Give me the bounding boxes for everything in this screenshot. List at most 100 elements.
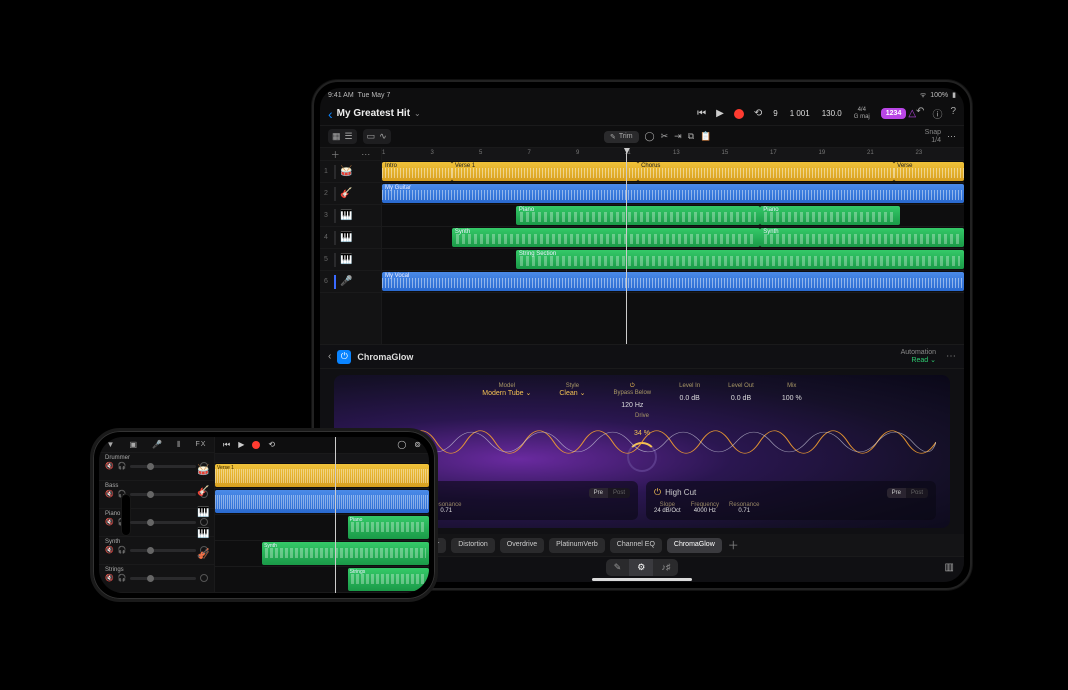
trim-tool[interactable]: ✎ Trim — [604, 131, 639, 143]
keyboard-button[interactable]: ▥ — [945, 562, 954, 573]
copy-tool-icon[interactable]: ⧉ — [688, 131, 694, 142]
iphone-mixer-icon[interactable]: ⫴ — [177, 440, 180, 450]
iphone-cycle-button[interactable]: ⟲ — [268, 440, 275, 449]
cycle-button[interactable]: ⟲ — [754, 108, 762, 119]
view-automation-button[interactable]: ∿ — [379, 131, 387, 142]
volume-slider[interactable] — [130, 577, 196, 580]
param-level-in[interactable]: Level In0.0 dB — [679, 383, 700, 409]
mute-icon[interactable]: 🔇 — [105, 546, 114, 554]
low-cut-pre[interactable]: Pre — [589, 488, 608, 498]
plugin-back-button[interactable]: ‹ — [328, 351, 331, 362]
fx-chip[interactable]: Distortion — [451, 538, 495, 553]
iphone-track-icon-synth[interactable]: 🎹 — [197, 528, 209, 539]
high-cut-post[interactable]: Post — [906, 488, 928, 498]
info-button[interactable]: ⓘ — [932, 106, 942, 121]
region[interactable]: Verse — [894, 162, 964, 181]
iphone-settings-icon[interactable]: ⊚ — [414, 440, 421, 449]
count-in-button[interactable]: 1234 — [881, 108, 907, 119]
loop-tool-icon[interactable]: ◯ — [645, 131, 655, 142]
high-cut-res[interactable]: Resonance0.71 — [729, 502, 759, 514]
join-tool-icon[interactable]: ⇥ — [674, 131, 682, 142]
track-lane[interactable]: IntroVerse 1ChorusVerse — [382, 161, 964, 183]
track-lane[interactable]: SynthSynth — [382, 227, 964, 249]
iphone-menu-icon[interactable]: ▼ — [107, 440, 115, 449]
mute-icon[interactable]: 🔇 — [105, 574, 114, 582]
play-button[interactable]: ▶ — [716, 108, 724, 119]
track-options-button[interactable]: ⋯ — [361, 149, 370, 160]
mute-icon[interactable]: 🔇 — [105, 490, 114, 498]
region[interactable]: My Vocal — [382, 272, 964, 291]
param-level-out[interactable]: Level Out0.0 dB — [728, 383, 754, 409]
iphone-mic-icon[interactable]: 🎤 — [152, 440, 162, 449]
high-cut-pre[interactable]: Pre — [887, 488, 906, 498]
back-button[interactable]: ‹ — [328, 106, 333, 122]
edit-view-gear[interactable]: ⚙ — [629, 559, 653, 576]
project-title[interactable]: My Greatest Hit — [337, 108, 410, 119]
track-header[interactable]: 5🎹 — [320, 249, 381, 271]
iphone-record-button[interactable] — [252, 441, 260, 449]
record-button[interactable] — [734, 109, 744, 119]
param-style[interactable]: StyleClean ⌄ — [559, 383, 585, 409]
volume-slider[interactable] — [130, 549, 196, 552]
mute-icon[interactable]: 🔇 — [105, 462, 114, 470]
help-button[interactable]: ? — [950, 106, 956, 121]
iphone-play-button[interactable]: ▶ — [238, 440, 244, 449]
track-lane[interactable]: My Guitar — [382, 183, 964, 205]
iphone-playhead[interactable] — [335, 437, 336, 593]
plugin-more-icon[interactable]: ⋯ — [946, 351, 956, 362]
edit-view-mixer[interactable]: ♪♯ — [653, 559, 678, 576]
fx-chip[interactable]: PlatinumVerb — [549, 538, 605, 553]
low-cut-post[interactable]: Post — [608, 488, 630, 498]
region[interactable]: String Section — [516, 250, 964, 269]
region[interactable]: Piano — [516, 206, 760, 225]
automation-mode[interactable]: Automation Read ⌄ — [901, 349, 936, 365]
playhead[interactable] — [626, 148, 627, 344]
iphone-track-icon-piano[interactable]: 🎹 — [197, 507, 209, 518]
region[interactable]: Piano — [760, 206, 900, 225]
iphone-rewind-button[interactable]: ⏮ — [223, 440, 230, 450]
edit-view-pencil[interactable]: ✎ — [606, 559, 630, 576]
track-lane[interactable]: PianoPiano — [382, 205, 964, 227]
high-cut-freq[interactable]: Frequency4000 Hz — [691, 502, 719, 514]
region[interactable]: My Guitar — [382, 184, 964, 203]
track-header[interactable]: 4🎹 — [320, 227, 381, 249]
region[interactable]: Chorus — [638, 162, 894, 181]
snap-value[interactable]: 1/4 — [931, 137, 941, 144]
region[interactable]: Synth — [760, 228, 964, 247]
title-chevron-icon[interactable]: ⌄ — [414, 109, 421, 118]
plugin-power-button[interactable]: ⏻ — [337, 350, 351, 364]
fx-chip[interactable]: Channel EQ — [610, 538, 662, 553]
mute-icon[interactable]: 🔇 — [105, 518, 114, 526]
timeline-ruler[interactable]: 135791113151719212325 — [382, 148, 964, 161]
fx-add-after-button[interactable]: ＋ — [728, 537, 739, 553]
view-grid-button[interactable]: ▦ — [332, 131, 341, 142]
lcd-display[interactable]: 9 1 001 130.0 4/4G maj — [770, 107, 873, 121]
view-list-button[interactable]: ☰ — [345, 131, 353, 142]
toolrow-more-icon[interactable]: ⋯ — [947, 131, 956, 142]
fx-chip[interactable]: ChromaGlow — [667, 538, 722, 553]
add-track-button[interactable]: ＋ — [331, 148, 340, 161]
headphones-icon[interactable]: 🎧 — [118, 546, 127, 554]
track-header[interactable]: 2🎸 — [320, 183, 381, 205]
region[interactable]: Verse 1 — [452, 162, 638, 181]
view-clip-button[interactable]: ▭ — [367, 131, 376, 142]
track-header[interactable]: 6🎤 — [320, 271, 381, 293]
region[interactable]: Intro — [382, 162, 452, 181]
high-cut-slope[interactable]: Slope24 dB/Oct — [654, 502, 681, 514]
fx-chip[interactable]: Overdrive — [500, 538, 544, 553]
iphone-track-icon-strings[interactable]: 🎻 — [197, 549, 209, 560]
param-model[interactable]: ModelModern Tube ⌄ — [482, 383, 531, 409]
volume-slider[interactable] — [130, 465, 196, 468]
high-cut-power-icon[interactable]: ⏻ — [654, 487, 661, 498]
volume-slider[interactable] — [130, 493, 196, 496]
region[interactable]: Synth — [452, 228, 760, 247]
iphone-track-icon-bass[interactable]: 🎸 — [197, 486, 209, 497]
track-header[interactable]: 1🥁 — [320, 161, 381, 183]
undo-button[interactable]: ↶ — [916, 106, 924, 121]
track-lane[interactable]: String Section — [382, 249, 964, 271]
param-mix[interactable]: Mix100 % — [782, 383, 802, 409]
iphone-track-icon-drums[interactable]: 🥁 — [197, 465, 209, 476]
iphone-fx-button[interactable]: FX — [195, 441, 206, 448]
rewind-button[interactable]: ⏮ — [697, 108, 706, 119]
volume-slider[interactable] — [130, 521, 196, 524]
